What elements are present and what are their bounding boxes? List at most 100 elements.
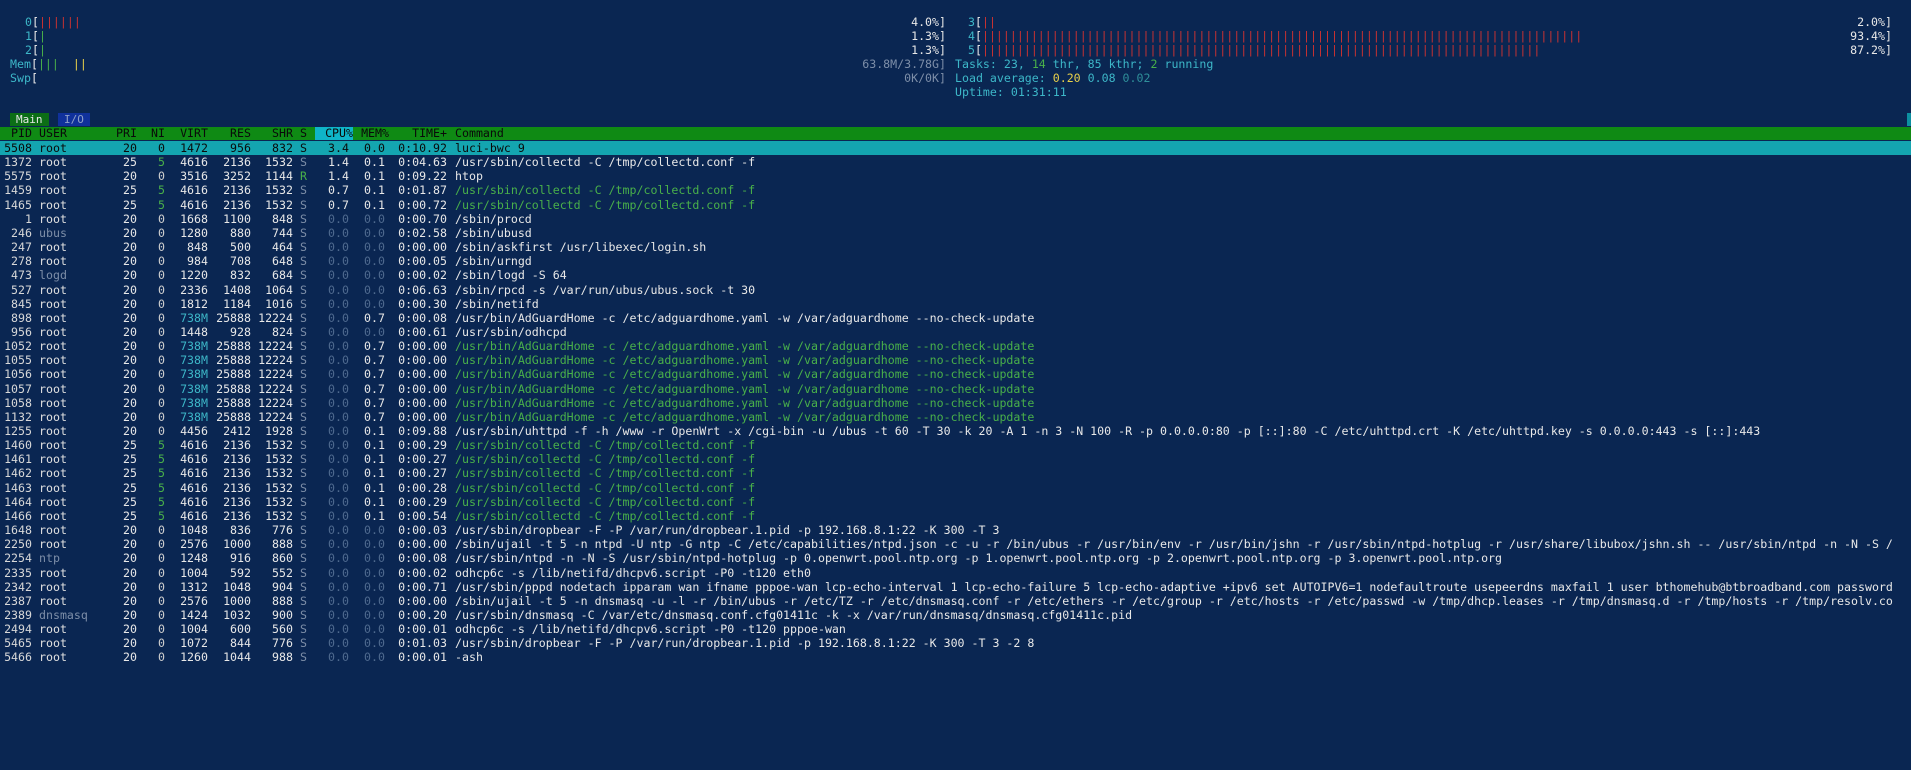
- col-command[interactable]: Command: [455, 127, 504, 140]
- process-pid: 898: [11, 310, 32, 325]
- process-virt: 1472: [180, 141, 208, 155]
- process-row[interactable]: 1648 root 20 0 1048 836 776 S 0.0 0.0 0:00.03/usr/…: [0, 523, 1911, 537]
- process-row[interactable]: 5465 root 20 0 1072 844 776 S 0.0 0.0 0:01.03/usr/…: [0, 636, 1911, 650]
- process-row[interactable]: 1 root 20 0 1668 1100 848 S 0.0 0.0 0:00.70/sbin/p…: [0, 212, 1911, 226]
- process-res: 1408: [223, 282, 251, 297]
- process-cmd: /usr/bin/AdGuardHome -c /etc/adguardhome…: [455, 367, 1035, 382]
- process-cpu: 0.0: [328, 381, 349, 396]
- process-cmd: htop: [455, 169, 483, 184]
- process-row[interactable]: 956 root 20 0 1448 928 824 S 0.0 0.0 0:00.61/usr/s…: [0, 325, 1911, 339]
- process-row[interactable]: 1058 root 20 0 738M 25888 12224 S 0.0 0.7 0:00.00 /…: [0, 396, 1911, 410]
- process-row[interactable]: 1132 root 20 0 738M 25888 12224 S 0.0 0.7 0:00.00 /…: [0, 410, 1911, 424]
- process-pid: 1058: [4, 395, 32, 410]
- process-cmd: /sbin/logd -S 64: [455, 268, 567, 283]
- process-row[interactable]: 527 root 20 0 2336 1408 1064 S 0.0 0.0 0:06.63/sbi…: [0, 283, 1911, 297]
- process-cmd: /usr/sbin/collectd -C /tmp/collectd.conf…: [455, 183, 756, 198]
- process-row[interactable]: 5575 root 20 0 3516 3252 1144 R 1.4 0.1 0:09.22 hto…: [0, 169, 1911, 183]
- process-res: 836: [230, 523, 251, 537]
- col-pri[interactable]: PRI: [107, 127, 137, 140]
- process-row[interactable]: 1459 root 25 5 4616 2136 1532 S 0.7 0.1 0:01.87/us…: [0, 183, 1911, 197]
- process-row[interactable]: 1372 root 25 5 4616 2136 1532 S 1.4 0.1 0:04.63/us…: [0, 155, 1911, 169]
- process-time: 0:00.00: [398, 537, 447, 552]
- process-shr: 1532: [265, 466, 293, 481]
- process-row[interactable]: 1464 root 25 5 4616 2136 1532 S 0.0 0.1 0:00.29/us…: [0, 495, 1911, 509]
- process-virt: 4616: [180, 183, 208, 198]
- uptime: Uptime: 01:31:11: [955, 85, 1067, 99]
- process-row[interactable]: 1056 root 20 0 738M 25888 12224 S 0.0 0.7 0:00.00 /…: [0, 367, 1911, 381]
- col-user[interactable]: USER: [39, 127, 67, 140]
- col-pid[interactable]: PID: [0, 127, 32, 140]
- process-cpu: 3.4: [328, 141, 349, 155]
- process-row[interactable]: 1057 root 20 0 738M 25888 12224 S 0.0 0.7 0:00.00 /…: [0, 382, 1911, 396]
- process-row[interactable]: 1462 root 25 5 4616 2136 1532 S 0.0 0.1 0:00.27/us…: [0, 466, 1911, 480]
- process-row[interactable]: 2494 root 20 0 1004 600 560 S 0.0 0.0 0:00.01 odhcp…: [0, 622, 1911, 636]
- process-cmd: /usr/sbin/collectd -C /tmp/collectd.conf…: [455, 155, 756, 170]
- threads-count: 14: [1031, 57, 1046, 71]
- process-pid: 845: [11, 296, 32, 311]
- process-row[interactable]: 5508 root 20 0 1472 956 832 S 3.4 0.0 0:10.92 luci-…: [0, 141, 1911, 155]
- col-mem[interactable]: MEM%: [355, 127, 389, 140]
- tab-main[interactable]: Main: [10, 113, 49, 126]
- process-user: root: [39, 169, 67, 184]
- process-shr: 832: [272, 141, 293, 155]
- process-row[interactable]: 2387 root 20 0 2576 1000 888 S 0.0 0.0 0:00.00/sbi…: [0, 594, 1911, 608]
- process-row[interactable]: 473 logd 20 0 1220 832 684 S 0.0 0.0 0:00.02/sbin/…: [0, 268, 1911, 282]
- process-cpu: 0.0: [328, 395, 349, 410]
- process-pid: 1: [25, 211, 32, 226]
- process-row[interactable]: 2250 root 20 0 2576 1000 888 S 0.0 0.0 0:00.00/sbi…: [0, 537, 1911, 551]
- process-row[interactable]: 1465 root 25 5 4616 2136 1532 S 0.7 0.1 0:00.72/us…: [0, 198, 1911, 212]
- col-res[interactable]: RES: [208, 127, 251, 140]
- col-cpu[interactable]: CPU%: [315, 127, 353, 140]
- process-s: S: [300, 537, 307, 552]
- col-time[interactable]: TIME+: [389, 127, 447, 140]
- process-ni: 0: [158, 310, 165, 325]
- swp-label: Swp: [10, 71, 31, 85]
- process-row[interactable]: 1466 root 25 5 4616 2136 1532 S 0.0 0.1 0:00.54/us…: [0, 509, 1911, 523]
- process-row[interactable]: 1255 root 20 0 4456 2412 1928 S 0.0 0.1 0:09.88/us…: [0, 424, 1911, 438]
- process-user: root: [39, 622, 67, 637]
- process-cpu: 0.0: [328, 268, 349, 283]
- process-time: 0:00.61: [398, 325, 447, 339]
- col-s[interactable]: S: [300, 127, 307, 140]
- process-res: 2136: [223, 183, 251, 198]
- process-row[interactable]: 246 ubus 20 0 1280 880 744 S 0.0 0.0 0:02.58/sbin/…: [0, 226, 1911, 240]
- process-time: 0:00.01: [398, 622, 447, 637]
- process-time: 0:00.00: [398, 339, 447, 354]
- process-ni: 0: [158, 608, 165, 622]
- process-row[interactable]: 2335 root 20 0 1004 592 552 S 0.0 0.0 0:00.02 odhcp…: [0, 566, 1911, 580]
- process-row[interactable]: 1463 root 25 5 4616 2136 1532 S 0.0 0.1 0:00.28/us…: [0, 481, 1911, 495]
- process-mem: 0.0: [364, 240, 385, 255]
- process-row[interactable]: 2389 dnsmasq 20 0 1424 1032 900 S 0.0 0.0 0:00.20 /…: [0, 608, 1911, 622]
- process-user: root: [39, 197, 67, 212]
- col-ni[interactable]: NI: [145, 127, 165, 140]
- process-s: S: [300, 296, 307, 311]
- process-row[interactable]: 1052 root 20 0 738M 25888 12224 S 0.0 0.7 0:00.00 /…: [0, 339, 1911, 353]
- process-pri: 20: [123, 565, 137, 580]
- process-row[interactable]: 2342 root 20 0 1312 1048 904 S 0.0 0.0 0:00.71/usr…: [0, 580, 1911, 594]
- process-row[interactable]: 1461 root 25 5 4616 2136 1532 S 0.0 0.1 0:00.27/us…: [0, 452, 1911, 466]
- process-virt: 1220: [180, 268, 208, 283]
- process-row[interactable]: 845 root 20 0 1812 1184 1016 S 0.0 0.0 0:00.30/sbi…: [0, 297, 1911, 311]
- process-ni: 5: [158, 197, 165, 212]
- process-row[interactable]: 5466 root 20 0 1260 1044 988 S 0.0 0.0 0:00.01 -ash: [0, 650, 1911, 664]
- process-row[interactable]: 247 root 20 0 848 500 464 S 0.0 0.0 0:00.00/sbin/a…: [0, 240, 1911, 254]
- process-shr: 904: [272, 579, 293, 594]
- process-row[interactable]: 1460 root 25 5 4616 2136 1532 S 0.0 0.1 0:00.29/us…: [0, 438, 1911, 452]
- process-mem: 0.7: [364, 409, 385, 424]
- process-shr: 1064: [265, 282, 293, 297]
- process-s: S: [300, 508, 307, 523]
- process-row[interactable]: 898 root 20 0 738M 25888 12224 S 0.0 0.7 0:00.08/u…: [0, 311, 1911, 325]
- process-shr: 1532: [265, 438, 293, 453]
- process-row[interactable]: 1055 root 20 0 738M 25888 12224 S 0.0 0.7 0:00.00 /…: [0, 353, 1911, 367]
- col-virt[interactable]: VIRT: [163, 127, 208, 140]
- process-shr: 744: [272, 225, 293, 240]
- process-row[interactable]: 278 root 20 0 984 708 648 S 0.0 0.0 0:00.05/sbin/u…: [0, 254, 1911, 268]
- process-shr: 1532: [265, 197, 293, 212]
- process-user: root: [39, 424, 67, 438]
- process-time: 0:00.02: [398, 565, 447, 580]
- process-row[interactable]: 2254 ntp 20 0 1248 916 860 S 0.0 0.0 0:00.08/usr/s…: [0, 551, 1911, 565]
- swp-meter: Swp[: [10, 71, 38, 85]
- process-pid: 1057: [4, 381, 32, 396]
- col-shr[interactable]: SHR: [250, 127, 293, 140]
- tab-io[interactable]: I/O: [58, 113, 90, 126]
